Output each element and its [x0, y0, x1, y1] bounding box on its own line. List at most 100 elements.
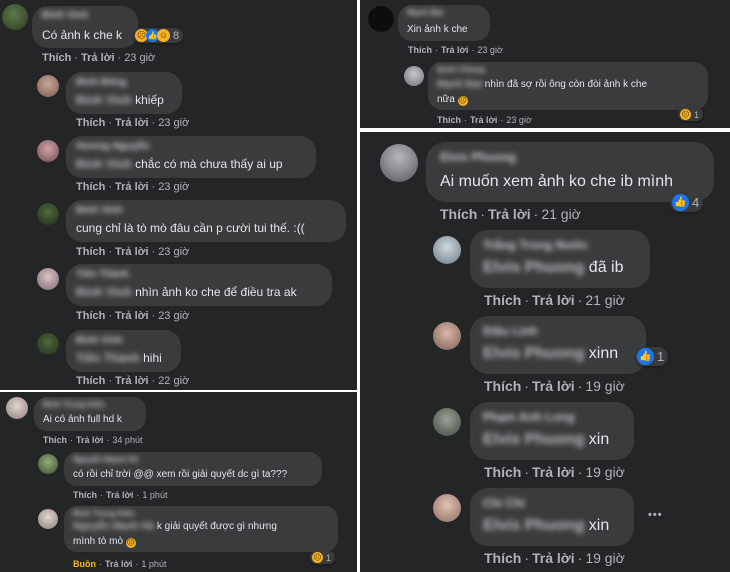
- like-button[interactable]: Thích: [76, 117, 105, 129]
- reply-author[interactable]: Chi Chi: [483, 496, 525, 510]
- reply-author[interactable]: Phạm Anh Long: [483, 410, 575, 424]
- reply-time[interactable]: 19 giờ: [585, 464, 625, 480]
- reply-author[interactable]: Đinh Vinh: [76, 335, 122, 346]
- comment-time[interactable]: 23 giờ: [124, 52, 155, 64]
- reply-button[interactable]: Trả lời: [441, 45, 468, 55]
- avatar[interactable]: [433, 236, 461, 264]
- avatar[interactable]: [37, 268, 59, 290]
- reply-button[interactable]: Trả lời: [470, 115, 497, 125]
- mention[interactable]: Đinh Vinh: [76, 285, 132, 299]
- reply-button[interactable]: Trả lời: [115, 117, 149, 129]
- like-button[interactable]: Thích: [76, 246, 105, 258]
- avatar[interactable]: [433, 494, 461, 522]
- reply-author[interactable]: Nguyễn Mạnh Hà: [73, 455, 138, 464]
- mention[interactable]: Elvis Phuong: [483, 259, 584, 276]
- reply-author[interactable]: Đình Bông: [76, 77, 127, 88]
- reply-author[interactable]: Hương Nguyễn: [76, 141, 149, 152]
- like-button[interactable]: Thích: [484, 378, 521, 394]
- comment-author[interactable]: Đinh Vinh: [42, 10, 88, 21]
- reply-button[interactable]: Trả lời: [105, 559, 132, 569]
- avatar[interactable]: [37, 203, 59, 225]
- avatar[interactable]: [37, 333, 59, 355]
- reaction-summary[interactable]: 👍 1: [635, 347, 669, 366]
- sad-reaction-button[interactable]: Buồn: [73, 559, 96, 569]
- reply-time[interactable]: 1 phút: [142, 490, 167, 500]
- reply-button[interactable]: Trả lời: [532, 378, 575, 394]
- avatar[interactable]: [37, 140, 59, 162]
- mention[interactable]: Mạnh Đạt: [437, 79, 482, 90]
- reply-author[interactable]: Đinh Trung Kiên: [73, 509, 135, 518]
- avatar[interactable]: [433, 322, 461, 350]
- avatar[interactable]: [6, 397, 28, 419]
- more-options-icon[interactable]: •••: [648, 509, 663, 521]
- reply-button[interactable]: Trả lời: [532, 464, 575, 480]
- reply-button[interactable]: Trả lời: [106, 490, 133, 500]
- reply-button[interactable]: Trả lời: [115, 246, 149, 258]
- mention[interactable]: Đinh Vinh: [76, 93, 132, 107]
- reply-time[interactable]: 19 giờ: [585, 378, 625, 394]
- reply-button[interactable]: Trả lời: [115, 375, 149, 387]
- avatar[interactable]: [37, 75, 59, 97]
- comment-time[interactable]: 23 giờ: [477, 45, 502, 55]
- like-button[interactable]: Thích: [76, 375, 105, 387]
- reaction-count: 4: [692, 195, 700, 210]
- reply-author[interactable]: Diệu Linh: [483, 324, 538, 338]
- reply-author[interactable]: Tiến Thành: [76, 269, 129, 280]
- reply-author[interactable]: Trắng Trong Nước: [483, 238, 588, 252]
- reaction-summary[interactable]: 👍 4: [670, 193, 704, 212]
- like-button[interactable]: Thích: [484, 464, 521, 480]
- avatar[interactable]: [433, 408, 461, 436]
- mention[interactable]: Elvis Phuong: [483, 517, 584, 534]
- reaction-count: 1: [694, 109, 700, 120]
- like-button[interactable]: Thích: [76, 310, 105, 322]
- mention[interactable]: Elvis Phuong: [483, 345, 584, 362]
- reply-button[interactable]: Trả lời: [115, 310, 149, 322]
- comment-actions: Thích · Trả lời · 23 giờ: [42, 52, 156, 64]
- reply-button[interactable]: Trả lời: [76, 435, 103, 445]
- like-button[interactable]: Thích: [484, 550, 521, 566]
- avatar[interactable]: [380, 144, 418, 182]
- avatar[interactable]: [38, 454, 58, 474]
- mention[interactable]: Elvis Phuong: [483, 431, 584, 448]
- reply-time[interactable]: 1 phút: [141, 559, 166, 569]
- avatar[interactable]: [38, 509, 58, 529]
- reply-time[interactable]: 23 giờ: [506, 115, 531, 125]
- like-button[interactable]: Thích: [408, 45, 432, 55]
- comment-author[interactable]: Đinh Trung Kiên: [43, 400, 105, 409]
- comment-time[interactable]: 21 giờ: [541, 206, 581, 222]
- reply-time[interactable]: 19 giờ: [585, 550, 625, 566]
- like-button[interactable]: Thích: [440, 206, 477, 222]
- like-button[interactable]: Thích: [484, 292, 521, 308]
- reply-author[interactable]: Đinh Vinh: [76, 205, 122, 216]
- reply-actions: Thích · Trả lời · 19 giờ: [484, 464, 625, 480]
- reply-time[interactable]: 21 giờ: [585, 292, 625, 308]
- like-button[interactable]: Thích: [43, 435, 67, 445]
- mention[interactable]: Tiến Thành: [76, 351, 140, 365]
- avatar[interactable]: [2, 4, 28, 30]
- reply-button[interactable]: Trả lời: [488, 206, 531, 222]
- avatar[interactable]: [368, 6, 394, 32]
- like-button[interactable]: Thích: [437, 115, 461, 125]
- reply-button[interactable]: Trả lời: [532, 292, 575, 308]
- reply-time[interactable]: 23 giờ: [158, 310, 189, 322]
- reply-author[interactable]: Quốc Chung: [437, 65, 485, 74]
- reply-time[interactable]: 23 giờ: [158, 181, 189, 193]
- reaction-summary[interactable]: ☹ 👍 ☺ 8: [133, 28, 184, 43]
- mention[interactable]: Đinh Vinh: [76, 157, 132, 171]
- mention[interactable]: Nguyễn Mạnh Hà: [73, 521, 154, 532]
- comment-time[interactable]: 34 phút: [112, 435, 142, 445]
- reply-time[interactable]: 23 giờ: [158, 246, 189, 258]
- reply-button[interactable]: Trả lời: [115, 181, 149, 193]
- comment-author[interactable]: Mạnh Đạt: [407, 8, 443, 17]
- reply-time[interactable]: 22 giờ: [158, 375, 189, 387]
- like-button[interactable]: Thích: [76, 181, 105, 193]
- comment-author[interactable]: Elvis Phuong: [440, 150, 516, 164]
- reaction-summary[interactable]: ☹ 1: [678, 108, 704, 121]
- reply-button[interactable]: Trả lời: [532, 550, 575, 566]
- like-button[interactable]: Thích: [42, 52, 71, 64]
- reply-time[interactable]: 23 giờ: [158, 117, 189, 129]
- avatar[interactable]: [404, 66, 424, 86]
- reply-button[interactable]: Trả lời: [81, 52, 115, 64]
- reaction-summary[interactable]: ☹ 1: [310, 551, 336, 564]
- like-button[interactable]: Thích: [73, 490, 97, 500]
